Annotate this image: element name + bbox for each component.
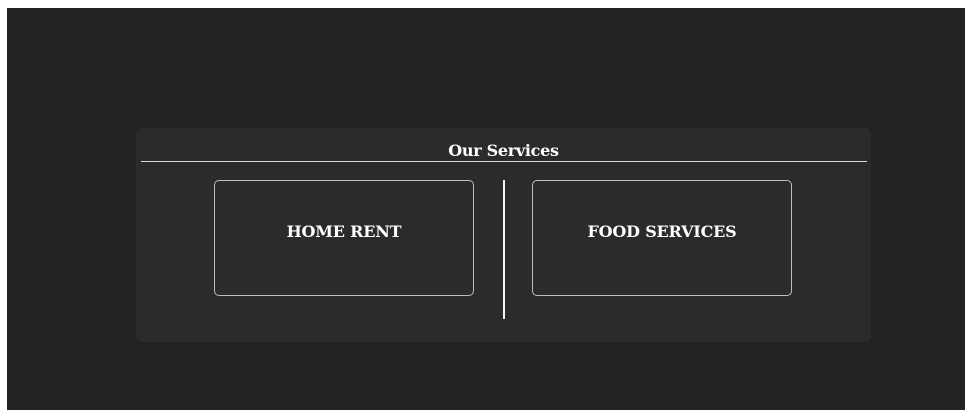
food-services-card[interactable]: FOOD SERVICES [532,180,792,296]
vertical-divider [503,180,505,319]
home-rent-label: HOME RENT [286,221,402,241]
title-divider [141,161,867,162]
page-background: Our Services HOME RENT FOOD SERVICES [7,8,965,410]
home-rent-card[interactable]: HOME RENT [214,180,474,296]
services-panel: Our Services HOME RENT FOOD SERVICES [136,128,871,342]
food-services-label: FOOD SERVICES [587,221,737,241]
services-title: Our Services [448,141,559,160]
